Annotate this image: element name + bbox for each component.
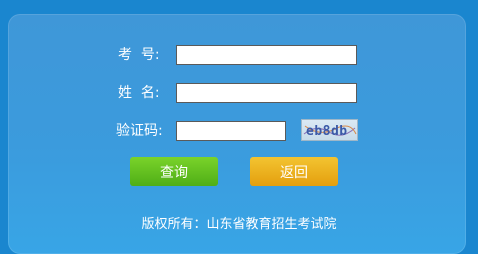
exam-number-label: 考 号: [118, 47, 160, 63]
captcha-input[interactable] [176, 121, 286, 141]
copyright-footer: 版权所有：山东省教育招生考试院 [141, 217, 337, 232]
name-input[interactable] [176, 83, 357, 103]
query-button[interactable]: 查询 [130, 157, 218, 186]
captcha-graphic: eb8db [303, 124, 357, 139]
captcha-text: eb8db [306, 124, 348, 139]
name-row: 姓 名: [118, 82, 178, 102]
captcha-label: 验证码: [116, 123, 163, 139]
back-button[interactable]: 返回 [250, 157, 338, 186]
exam-number-row: 考 号: [118, 44, 178, 64]
captcha-row: 验证码: [116, 120, 176, 140]
captcha-image[interactable]: eb8db [301, 119, 358, 141]
name-label: 姓 名: [118, 85, 160, 101]
exam-number-input[interactable] [176, 45, 357, 65]
